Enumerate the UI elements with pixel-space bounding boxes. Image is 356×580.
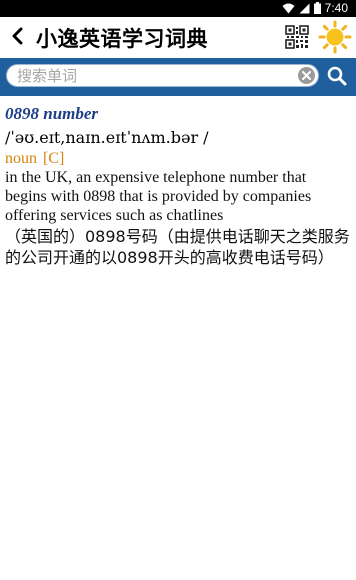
status-bar: 7:40 — [0, 0, 356, 17]
search-button[interactable] — [324, 64, 350, 88]
battery-icon — [313, 2, 321, 14]
qr-code-button[interactable] — [284, 24, 310, 50]
search-icon — [327, 66, 347, 86]
pos-label: noun — [5, 150, 37, 167]
back-button[interactable] — [6, 24, 28, 48]
entry-phonetic: /ˈəʊ.eɪt,naɪn.eɪtˈnʌm.bər / — [5, 128, 209, 147]
definition-chinese: （英国的）0898号码（由提供电话聊天之类服务的公司开通的以0898开头的高收费… — [5, 227, 350, 267]
grammar-code: [C] — [43, 150, 65, 167]
day-night-toggle[interactable] — [318, 20, 352, 54]
qr-code-icon — [285, 25, 309, 49]
search-bar — [0, 58, 356, 96]
status-icons: 7:40 — [282, 1, 348, 15]
page-title: 小逸英语学习词典 — [36, 27, 208, 51]
search-input[interactable] — [17, 66, 287, 85]
app-bar: 小逸英语学习词典 — [0, 17, 356, 57]
search-field-container — [6, 64, 319, 87]
status-time: 7:40 — [324, 1, 348, 15]
clear-search-button[interactable] — [298, 67, 315, 84]
sun-icon — [318, 20, 352, 54]
cellular-signal-icon — [299, 3, 310, 13]
part-of-speech: noun [C] — [5, 149, 351, 168]
entry-content: 0898 number /ˈəʊ.eɪt,naɪn.eɪtˈnʌm.bər / … — [5, 104, 351, 268]
back-arrow-icon — [12, 27, 23, 45]
entry-headword: 0898 number — [5, 104, 99, 123]
clear-icon — [302, 71, 311, 80]
definition-english: in the UK, an expensive telephone number… — [5, 169, 312, 224]
wifi-icon — [282, 3, 295, 13]
